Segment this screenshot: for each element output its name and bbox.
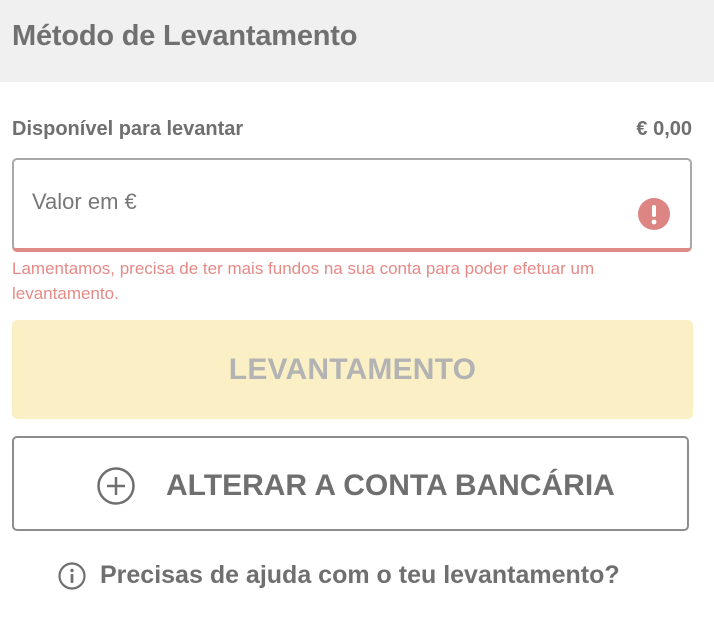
amount-field[interactable] xyxy=(12,158,692,252)
help-link-label: Precisas de ajuda com o teu levantamento… xyxy=(100,561,620,589)
available-balance-row: Disponível para levantar € 0,00 xyxy=(12,118,692,144)
change-bank-account-button[interactable]: ALTERAR A CONTA BANCÁRIA xyxy=(12,436,689,531)
amount-error-message: Lamentamos, precisa de ter mais fundos n… xyxy=(12,259,595,303)
available-balance-value: € 0,00 xyxy=(636,118,692,140)
info-icon xyxy=(58,562,86,590)
available-balance-label: Disponível para levantar xyxy=(12,118,244,140)
page-header: Método de Levantamento xyxy=(0,0,714,82)
page-title: Método de Levantamento xyxy=(12,20,358,52)
withdraw-button[interactable]: LEVANTAMENTO xyxy=(12,320,693,419)
change-bank-account-label: ALTERAR A CONTA BANCÁRIA xyxy=(166,469,615,502)
plus-circle-icon xyxy=(97,467,135,505)
exclamation-icon xyxy=(638,198,670,230)
amount-input[interactable] xyxy=(32,182,612,222)
